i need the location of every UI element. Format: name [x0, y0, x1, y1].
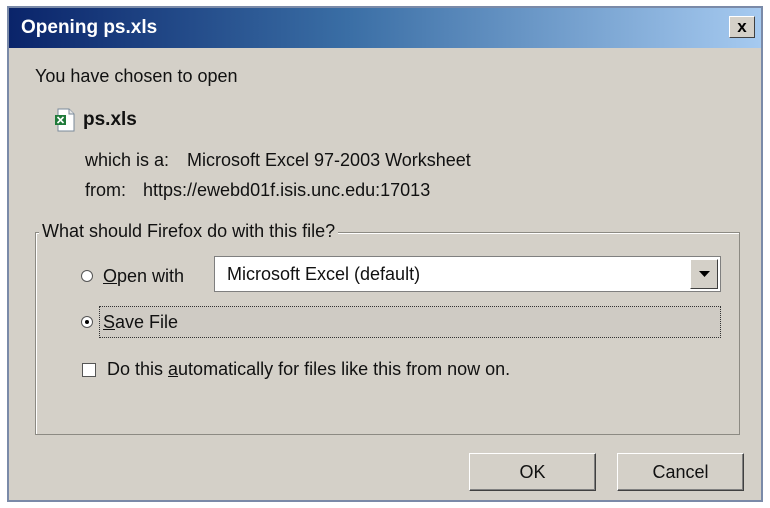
save-file-option[interactable]: Save File	[99, 306, 721, 338]
auto-checkbox-label[interactable]: Do this automatically for files like thi…	[107, 359, 510, 380]
save-file-accel: S	[103, 312, 116, 332]
excel-file-icon	[55, 108, 75, 132]
file-type-value: Microsoft Excel 97-2003 Worksheet	[187, 150, 471, 170]
save-file-label: Save File	[103, 312, 178, 333]
open-with-accel: O	[103, 266, 118, 286]
file-type-label: which is a:	[85, 150, 170, 170]
title-bar[interactable]: Opening ps.xls x	[9, 8, 761, 48]
auto-label-pre: Do this	[107, 359, 169, 379]
chevron-down-icon	[699, 271, 710, 277]
save-file-radio[interactable]	[81, 316, 93, 328]
ok-button[interactable]: OK	[469, 453, 596, 491]
download-dialog: Opening ps.xls x You have chosen to open…	[7, 6, 763, 502]
intro-text: You have chosen to open	[35, 66, 238, 86]
radio-selected-dot	[85, 320, 89, 324]
open-with-label[interactable]: Open with	[103, 266, 184, 287]
dialog-title: Opening ps.xls	[21, 17, 158, 38]
action-group-legend: What should Firefox do with this file?	[39, 221, 339, 242]
file-name: ps.xls	[83, 109, 137, 130]
save-file-label-text: ave File	[115, 312, 179, 332]
file-source-label: from:	[85, 180, 127, 200]
auto-label-post: utomatically for files like this from no…	[178, 359, 511, 379]
file-source-url: https://ewebd01f.isis.unc.edu:17013	[143, 180, 431, 200]
dropdown-arrow-button[interactable]	[690, 259, 718, 289]
auto-checkbox[interactable]	[82, 363, 96, 377]
close-button[interactable]: x	[729, 16, 755, 38]
cancel-button[interactable]: Cancel	[617, 453, 744, 491]
open-with-label-text: pen with	[117, 266, 185, 286]
open-with-radio[interactable]	[81, 270, 93, 282]
application-select[interactable]: Microsoft Excel (default)	[214, 256, 721, 292]
auto-label-accel: a	[168, 359, 179, 379]
application-select-value: Microsoft Excel (default)	[227, 264, 421, 284]
